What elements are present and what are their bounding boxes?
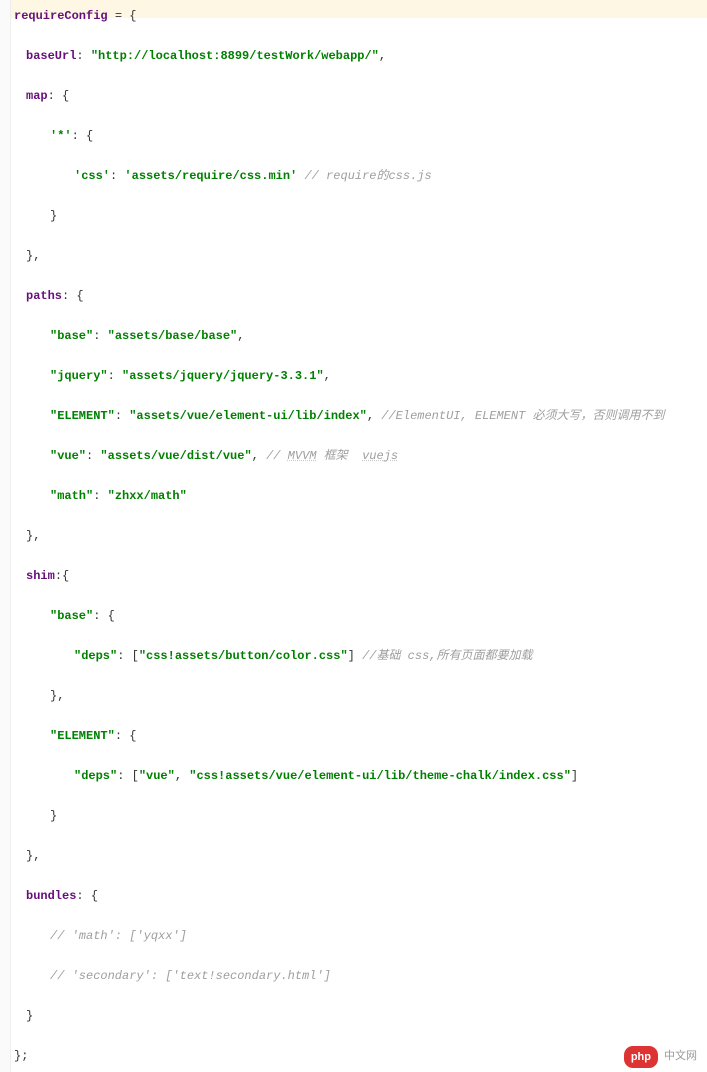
code-line: "base": "assets/base/base", [14,326,707,346]
code-line: }, [14,526,707,546]
token-key: "ELEMENT" [50,409,115,423]
code-line: paths: { [14,286,707,306]
token-key: "deps" [74,769,117,783]
token-string: "assets/vue/element-ui/lib/index" [129,409,367,423]
token-key: baseUrl [26,49,76,63]
token-comment: vuejs [362,449,398,463]
token-key: "jquery" [50,369,108,383]
code-line: }, [14,686,707,706]
code-line: "ELEMENT": "assets/vue/element-ui/lib/in… [14,406,707,426]
code-line: shim:{ [14,566,707,586]
token-key: "deps" [74,649,117,663]
token-key: "ELEMENT" [50,729,115,743]
code-line: "deps": ["vue", "css!assets/vue/element-… [14,766,707,786]
code-line: "deps": ["css!assets/button/color.css"] … [14,646,707,666]
code-line: "math": "zhxx/math" [14,486,707,506]
code-line: }; [14,1046,707,1066]
token-comment: // 'secondary': ['text!secondary.html'] [50,969,331,983]
code-line: }, [14,846,707,866]
code-line: bundles: { [14,886,707,906]
token-string: "assets/base/base" [108,329,238,343]
code-line: } [14,1006,707,1026]
token-comment: //基础 css,所有页面都要加载 [362,649,532,663]
token-key: paths [26,289,62,303]
code-line: requireConfig = { [14,6,707,26]
code-line: 'css': 'assets/require/css.min' // requi… [14,166,707,186]
code-line: "base": { [14,606,707,626]
token-string: "assets/jquery/jquery-3.3.1" [122,369,324,383]
token-key: "base" [50,609,93,623]
code-line: }, [14,246,707,266]
code-line: // 'math': ['yqxx'] [14,926,707,946]
token-string: "vue" [139,769,175,783]
token-string: 'assets/require/css.min' [124,169,297,183]
token-key: '*' [50,129,72,143]
token-comment: // require的css.js [304,169,431,183]
gutter [0,0,11,1072]
token-comment: MVVM [288,449,317,463]
token-key: bundles [26,889,76,903]
code-line: map: { [14,86,707,106]
token-string: "css!assets/vue/element-ui/lib/theme-cha… [189,769,571,783]
code-block: requireConfig = { baseUrl: "http://local… [14,6,707,1066]
token-comment: 框架 [316,449,362,463]
token-comment: // 'math': ['yqxx'] [50,929,187,943]
code-editor: requireConfig = { baseUrl: "http://local… [0,0,707,1072]
token-string: "http://localhost:8899/testWork/webapp/" [91,49,379,63]
code-line: } [14,206,707,226]
code-line: } [14,806,707,826]
token-string: "assets/vue/dist/vue" [100,449,251,463]
token-string: "css!assets/button/color.css" [139,649,348,663]
token-comment: //ElementUI, ELEMENT 必须大写，否则调用不到 [381,409,664,423]
token-key: "math" [50,489,93,503]
token-key: "base" [50,329,93,343]
token-variable: requireConfig [14,9,108,23]
token-key: shim [26,569,55,583]
code-line: "ELEMENT": { [14,726,707,746]
token-key: "vue" [50,449,86,463]
code-line: baseUrl: "http://localhost:8899/testWork… [14,46,707,66]
token-string: "zhxx/math" [108,489,187,503]
token-comment: // [266,449,288,463]
code-line: '*': { [14,126,707,146]
token-key: 'css' [74,169,110,183]
code-line: "vue": "assets/vue/dist/vue", // MVVM 框架… [14,446,707,466]
token-key: map [26,89,48,103]
code-line: // 'secondary': ['text!secondary.html'] [14,966,707,986]
code-line: "jquery": "assets/jquery/jquery-3.3.1", [14,366,707,386]
